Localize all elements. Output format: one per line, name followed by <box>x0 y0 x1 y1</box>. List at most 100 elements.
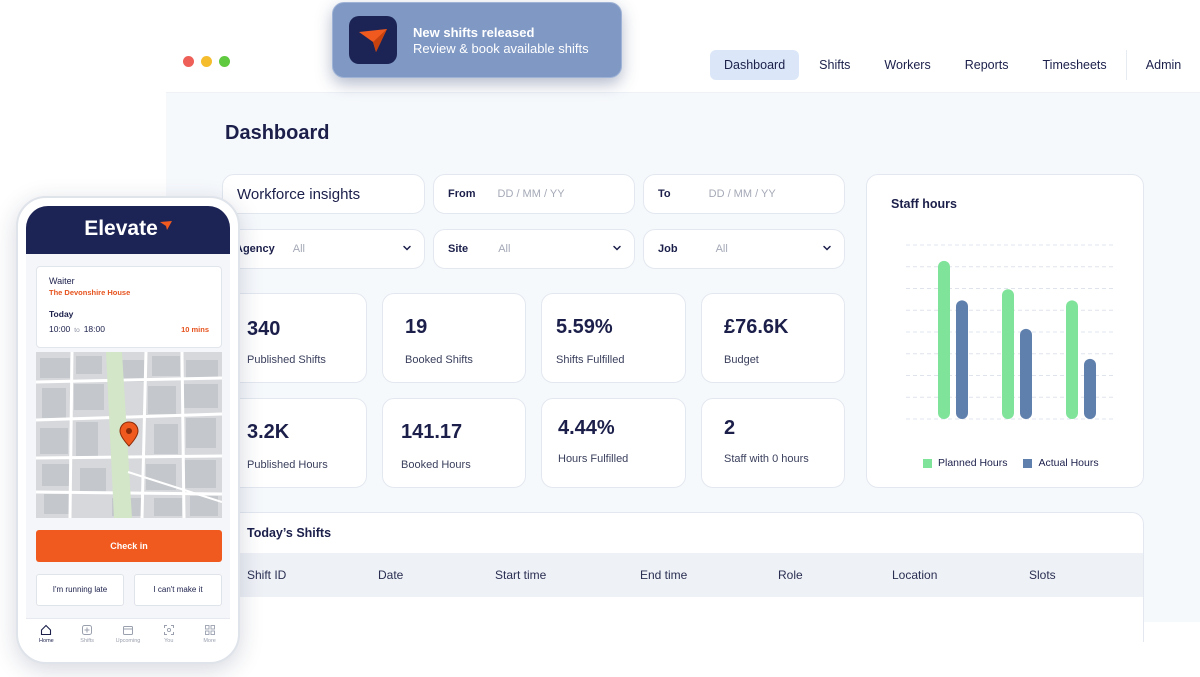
logo-mark-icon <box>159 221 172 230</box>
paper-plane-icon <box>359 29 387 52</box>
bar-planned-hours[interactable] <box>1066 300 1078 419</box>
agency-select[interactable]: Agency All <box>222 229 425 269</box>
tab-home[interactable]: Home <box>28 619 64 654</box>
close-window-button[interactable] <box>183 56 194 67</box>
stat-label: Published Shifts <box>247 354 326 366</box>
tab-label: You <box>164 638 174 644</box>
col-end-time[interactable]: End time <box>640 568 687 582</box>
to-label: To <box>658 188 671 200</box>
col-start-time[interactable]: Start time <box>495 568 546 582</box>
stat-card-booked-hours: 141.17 Booked Hours <box>382 398 526 488</box>
tab-label: More <box>203 638 216 644</box>
stat-label: Booked Hours <box>401 459 471 471</box>
tab-label: Home <box>39 638 54 644</box>
stat-label: Shifts Fulfilled <box>556 354 625 366</box>
stat-card-shifts-fulfilled: 5.59% Shifts Fulfilled <box>541 293 686 383</box>
running-late-button[interactable]: I'm running late <box>36 574 124 606</box>
location-map[interactable] <box>36 352 222 518</box>
col-role[interactable]: Role <box>778 568 803 582</box>
chevron-down-icon <box>613 245 621 251</box>
top-nav: Dashboard Shifts Workers Reports Timeshe… <box>710 50 1127 80</box>
notification-body: Review & book available shifts <box>413 41 589 56</box>
minimize-window-button[interactable] <box>201 56 212 67</box>
tab-label: Upcoming <box>115 638 141 644</box>
legend-label: Actual Hours <box>1038 457 1099 469</box>
from-date-field[interactable]: From DD / MM / YY <box>433 174 635 214</box>
grid-icon <box>204 625 215 635</box>
stat-value: 3.2K <box>247 421 290 443</box>
window-controls <box>183 56 230 67</box>
legend-actual: Actual Hours <box>1023 457 1099 469</box>
brand-logo: Elevate <box>26 217 230 241</box>
tab-shifts-mobile[interactable]: Shifts <box>69 619 105 654</box>
notification-title: New shifts released <box>413 25 535 40</box>
shifts-table-header: Shift ID Date Start time End time Role L… <box>223 553 1143 597</box>
stat-value: 340 <box>247 318 281 340</box>
col-slots[interactable]: Slots <box>1029 568 1056 582</box>
shift-to: to <box>74 327 80 334</box>
tab-workers[interactable]: Workers <box>870 50 944 80</box>
bar-planned-hours[interactable] <box>1002 289 1014 419</box>
upcoming-shift-card[interactable]: Waiter The Devonshire House Today 10:00 t… <box>36 266 222 348</box>
marketing-composite: Dashboard Shifts Workers Reports Timeshe… <box>0 0 1200 677</box>
face-scan-icon <box>163 625 174 635</box>
from-label: From <box>448 188 476 200</box>
phone-screen: Elevate Waiter The Devonshire House Toda… <box>26 206 230 654</box>
tab-upcoming[interactable]: Upcoming <box>110 619 146 654</box>
bar-actual-hours[interactable] <box>1084 358 1096 419</box>
tab-timesheets[interactable]: Timesheets <box>1029 50 1121 80</box>
legend-swatch <box>1023 458 1033 468</box>
shift-role: Waiter <box>49 276 75 286</box>
stat-label: Budget <box>724 354 759 366</box>
check-in-button[interactable]: Check in <box>36 530 222 562</box>
stat-label: Staff with 0 hours <box>724 453 809 465</box>
stat-card-budget: £76.6K Budget <box>701 293 845 383</box>
bar-actual-hours[interactable] <box>1020 328 1032 419</box>
to-date-field[interactable]: To DD / MM / YY <box>643 174 845 214</box>
site-select[interactable]: Site All <box>433 229 635 269</box>
job-value: All <box>715 243 728 255</box>
workforce-insights-selector[interactable]: Workforce insights <box>222 174 425 214</box>
shift-location: The Devonshire House <box>49 288 131 297</box>
stat-card-published-shifts: 340 Published Shifts <box>222 293 367 383</box>
chevron-down-icon <box>823 245 831 251</box>
todays-shifts-title: Today’s Shifts <box>247 526 332 540</box>
tab-shifts[interactable]: Shifts <box>805 50 864 80</box>
job-select[interactable]: Job All <box>643 229 845 269</box>
page-title: Dashboard <box>225 122 330 144</box>
job-label: Job <box>658 243 678 255</box>
col-shift-id[interactable]: Shift ID <box>247 568 286 582</box>
col-location[interactable]: Location <box>892 568 937 582</box>
map-graphic <box>36 352 222 518</box>
bar-planned-hours[interactable] <box>938 260 950 419</box>
admin-menu[interactable]: Admin <box>1126 50 1200 80</box>
stat-card-staff-zero-hours: 2 Staff with 0 hours <box>701 398 845 488</box>
push-notification[interactable]: New shifts released Review & book availa… <box>332 2 622 78</box>
app-icon <box>349 16 397 64</box>
calendar-icon <box>122 626 133 635</box>
staff-hours-chart <box>906 244 1114 420</box>
agency-label: Agency <box>235 243 275 255</box>
bar-actual-hours[interactable] <box>956 300 968 419</box>
cant-make-it-button[interactable]: I can't make it <box>134 574 222 606</box>
tab-dashboard[interactable]: Dashboard <box>710 50 800 80</box>
shift-start: 10:00 <box>49 324 71 334</box>
stat-card-booked-shifts: 19 Booked Shifts <box>382 293 526 383</box>
col-date[interactable]: Date <box>378 568 403 582</box>
stat-value: 19 <box>405 316 428 338</box>
brand-name: Elevate <box>84 217 158 240</box>
tab-more[interactable]: More <box>192 619 228 654</box>
stat-card-published-hours: 3.2K Published Hours <box>222 398 367 488</box>
legend-swatch <box>923 458 932 468</box>
tab-reports[interactable]: Reports <box>951 50 1023 80</box>
chevron-down-icon <box>403 245 411 251</box>
tab-you[interactable]: You <box>151 619 187 654</box>
stat-card-hours-fulfilled: 4.44% Hours Fulfilled <box>541 398 686 488</box>
maximize-window-button[interactable] <box>219 56 230 67</box>
shift-day: Today <box>49 309 74 319</box>
stat-value: 141.17 <box>401 421 463 443</box>
travel-eta: 10 mins <box>181 325 209 334</box>
todays-shifts-card: Today’s Shifts Shift ID Date Start time … <box>222 512 1144 642</box>
phone-tab-bar: Home Shifts Upcoming You More <box>26 618 230 654</box>
stat-value: 5.59% <box>556 316 613 338</box>
